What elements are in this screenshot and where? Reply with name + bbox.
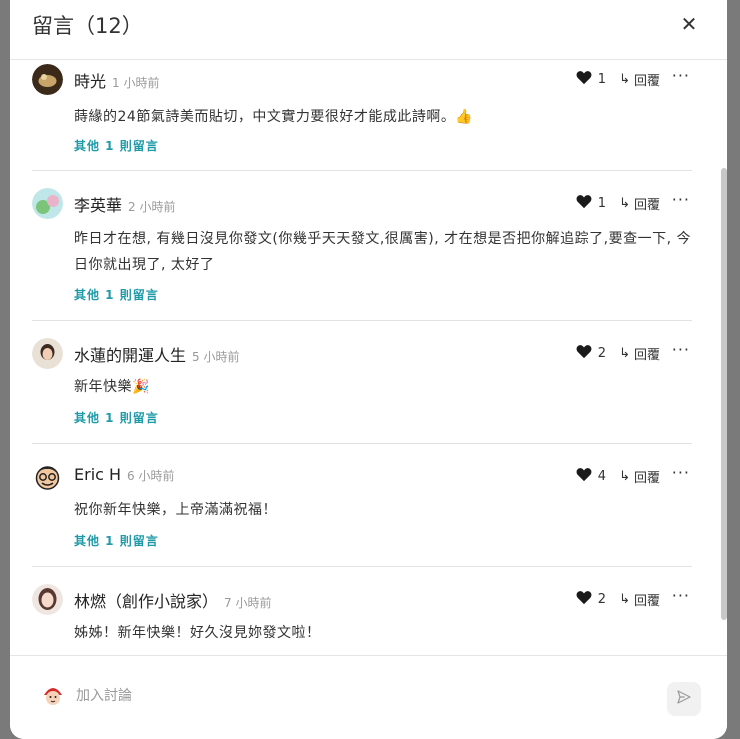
like-count: 1 — [597, 72, 606, 87]
comment-time: 7 小時前 — [224, 596, 272, 610]
reply-button[interactable]: ↳ 回覆 — [619, 467, 660, 486]
avatar[interactable] — [32, 584, 63, 615]
modal-title: 留言（12） — [32, 14, 143, 38]
heart-icon — [576, 70, 592, 89]
comment-text: 昨日才在想, 有幾日沒見你發文(你幾乎天天發文,很厲害), 才在想是否把你解追踪… — [74, 231, 692, 273]
more-options-icon[interactable]: ··· — [672, 586, 690, 605]
author-name: Eric H — [74, 465, 122, 484]
reply-label: 回覆 — [633, 198, 660, 213]
comment-time: 2 小時前 — [128, 200, 176, 214]
comment-input[interactable] — [74, 678, 658, 714]
reply-button[interactable]: ↳ 回覆 — [619, 70, 660, 89]
more-replies-link[interactable]: 其他 1 則留言 — [74, 286, 159, 303]
comment-time: 6 小時前 — [127, 469, 175, 483]
close-icon[interactable]: ✕ — [677, 12, 701, 36]
comment-item: Eric H 6 小時前 4 ↳ 回覆 ··· 祝你新年快樂，上帝滿滿祝福！ 其他… — [32, 457, 692, 567]
reply-button[interactable]: ↳ 回覆 — [619, 194, 660, 213]
comment-text: 姊姊！新年快樂！好久沒見妳發文啦！ — [74, 625, 321, 641]
reply-arrow-icon: ↳ — [619, 592, 630, 607]
like-button[interactable]: 1 — [576, 194, 606, 213]
comment-item: 時光 1 小時前 1 ↳ 回覆 ··· 蒔緣的24節氣詩美而貼切，中文實力要很好才… — [32, 60, 692, 170]
comment-text: 新年快樂🎉 — [74, 379, 150, 395]
author-name: 李英華 — [74, 196, 123, 215]
divider — [32, 320, 692, 321]
like-button[interactable]: 1 — [576, 70, 606, 89]
send-button[interactable] — [667, 682, 701, 716]
avatar[interactable] — [32, 188, 63, 219]
like-button[interactable]: 4 — [576, 467, 606, 486]
comment-list[interactable]: 時光 1 小時前 1 ↳ 回覆 ··· 蒔緣的24節氣詩美而貼切，中文實力要很好才… — [10, 60, 727, 655]
avatar[interactable] — [32, 64, 63, 95]
comment-item: 水蓮的開運人生 5 小時前 2 ↳ 回覆 ··· 新年快樂🎉 其他 1 則留言 — [32, 334, 692, 444]
comment-text: 蒔緣的24節氣詩美而貼切，中文實力要很好才能成此詩啊。👍 — [74, 109, 474, 125]
author-name: 時光 — [74, 72, 107, 91]
reply-arrow-icon: ↳ — [619, 469, 630, 484]
reply-label: 回覆 — [633, 74, 660, 89]
more-replies-link[interactable]: 其他 1 則留言 — [74, 137, 159, 154]
divider — [32, 566, 692, 567]
reply-label: 回覆 — [633, 348, 660, 363]
divider — [32, 443, 692, 444]
more-replies-link[interactable]: 其他 1 則留言 — [74, 532, 159, 549]
scrollbar[interactable] — [721, 168, 727, 620]
comment-author[interactable]: 時光 1 小時前 — [74, 68, 159, 92]
more-options-icon[interactable]: ··· — [672, 463, 690, 482]
avatar[interactable] — [32, 461, 63, 492]
heart-icon — [576, 344, 592, 363]
comment-author[interactable]: 水蓮的開運人生 5 小時前 — [74, 342, 239, 366]
reply-button[interactable]: ↳ 回覆 — [619, 590, 660, 609]
reply-arrow-icon: ↳ — [619, 72, 630, 87]
divider — [32, 170, 692, 171]
comments-modal: 留言（12） ✕ 時光 1 小時前 1 ↳ 回覆 ··· 蒔緣的24節氣詩美而貼… — [10, 0, 727, 739]
like-count: 2 — [597, 592, 606, 607]
reply-label: 回覆 — [633, 594, 660, 609]
heart-icon — [576, 590, 592, 609]
comment-item: 李英華 2 小時前 1 ↳ 回覆 ··· 昨日才在想, 有幾日沒見你發文(你幾乎天… — [32, 184, 692, 320]
heart-icon — [576, 467, 592, 486]
comment-composer — [10, 655, 727, 739]
like-count: 2 — [597, 346, 606, 361]
comment-author[interactable]: Eric H 6 小時前 — [74, 465, 175, 484]
comment-author[interactable]: 林燃（創作小說家） 7 小時前 — [74, 588, 271, 612]
like-button[interactable]: 2 — [576, 590, 606, 609]
reply-button[interactable]: ↳ 回覆 — [619, 344, 660, 363]
comment-item: 林燃（創作小說家） 7 小時前 2 ↳ 回覆 ··· 姊姊！新年快樂！好久沒見妳發… — [32, 580, 692, 655]
like-button[interactable]: 2 — [576, 344, 606, 363]
reply-arrow-icon: ↳ — [619, 346, 630, 361]
author-name: 水蓮的開運人生 — [74, 346, 187, 365]
more-options-icon[interactable]: ··· — [672, 190, 690, 209]
like-count: 1 — [597, 196, 606, 211]
comment-time: 1 小時前 — [112, 76, 160, 90]
more-replies-link[interactable]: 其他 1 則留言 — [74, 409, 159, 426]
heart-icon — [576, 194, 592, 213]
avatar[interactable] — [32, 338, 63, 369]
more-options-icon[interactable]: ··· — [672, 340, 690, 359]
current-user-avatar — [40, 683, 66, 709]
comment-time: 5 小時前 — [192, 350, 240, 364]
comment-text: 祝你新年快樂，上帝滿滿祝福！ — [74, 502, 277, 518]
comment-author[interactable]: 李英華 2 小時前 — [74, 192, 175, 216]
reply-arrow-icon: ↳ — [619, 196, 630, 211]
more-options-icon[interactable]: ··· — [672, 66, 690, 85]
send-icon — [676, 689, 692, 709]
author-name: 林燃（創作小說家） — [74, 592, 219, 611]
reply-label: 回覆 — [633, 471, 660, 486]
like-count: 4 — [597, 469, 606, 484]
modal-header: 留言（12） ✕ — [10, 0, 727, 60]
